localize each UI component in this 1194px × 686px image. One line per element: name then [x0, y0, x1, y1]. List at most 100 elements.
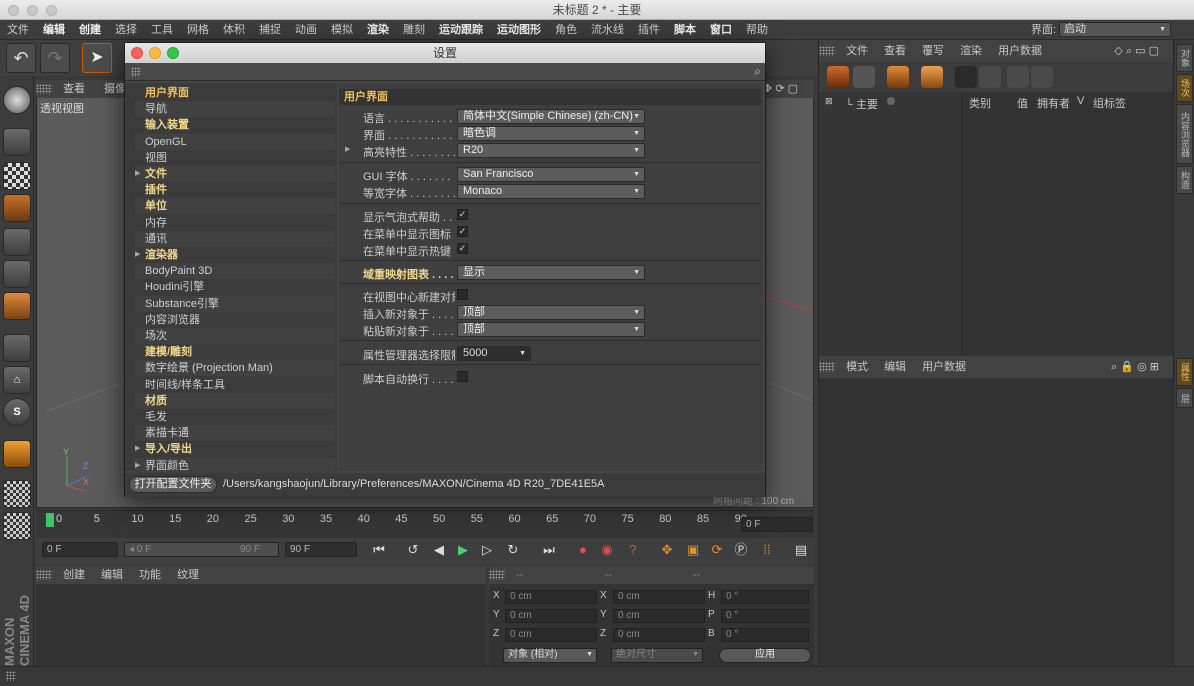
autokey-icon[interactable]: ◉ [596, 540, 618, 560]
settings-category[interactable]: 场次 [135, 328, 335, 344]
side-tab-layers[interactable]: 层 [1176, 388, 1193, 408]
grid-snap-icon[interactable] [3, 480, 31, 508]
material-tab-function[interactable]: 功能 [131, 566, 169, 584]
coord-field-av[interactable]: 0 cm [505, 609, 597, 623]
am-header-icons[interactable]: ⌕ 🔒 ◎ ⊞ [1103, 356, 1167, 378]
edges-mode-icon[interactable] [3, 260, 31, 288]
material-tab-texture[interactable]: 纹理 [169, 566, 207, 584]
attr-limit-input[interactable]: 5000 [457, 346, 531, 361]
coord-field-cv[interactable]: 0 ° [721, 609, 809, 623]
am-menu-mode[interactable]: 模式 [838, 356, 876, 378]
menu-item-0[interactable]: 文件 [0, 20, 36, 40]
language-select[interactable]: 简体中文(Simple Chinese) (zh-CN) [457, 109, 645, 124]
take-option2-icon[interactable] [1031, 66, 1053, 88]
settings-category[interactable]: 毛发 [135, 409, 335, 425]
expand-arrow-icon[interactable]: ▶ [135, 441, 140, 457]
menu-item-4[interactable]: 工具 [144, 20, 180, 40]
side-tab-content-browser[interactable]: 内容浏览器 [1176, 104, 1193, 164]
expand-arrow-icon[interactable]: ▶ [135, 166, 140, 182]
pla-key-icon[interactable]: ⁞⁞ [756, 540, 778, 560]
close-window-button[interactable] [8, 5, 19, 16]
next-key-icon[interactable]: ↻ [502, 540, 524, 560]
menu-item-12[interactable]: 运动跟踪 [432, 20, 490, 40]
menu-item-19[interactable]: 帮助 [739, 20, 775, 40]
settings-category[interactable]: ▶ 界面颜色 [135, 457, 335, 474]
prev-frame-icon[interactable]: ◀ [428, 540, 450, 560]
settings-category[interactable]: 单位 [135, 198, 335, 215]
expand-arrow-icon[interactable]: ▶ [135, 247, 140, 263]
settings-category[interactable]: Substance引擎 [135, 295, 335, 312]
insert-select[interactable]: 顶部 [457, 305, 645, 320]
coord-mode-select[interactable]: 对象 (相对) ▼ [503, 648, 597, 663]
menu-item-14[interactable]: 角色 [548, 20, 584, 40]
go-to-start-icon[interactable]: ⏮ [368, 540, 390, 560]
play-icon[interactable]: ▶ [452, 540, 474, 560]
viewport-menu-view[interactable]: 查看 [55, 80, 93, 98]
take-option-icon[interactable] [1007, 66, 1029, 88]
select-arrow-icon[interactable]: ➤ [82, 43, 112, 73]
om-header-icons[interactable]: ◇ ⌕ ▭ ▢ [1106, 40, 1167, 62]
search-icon[interactable]: ⌕ [754, 64, 761, 79]
dialog-minimize-button[interactable] [149, 47, 161, 59]
texture-mode-icon[interactable] [3, 162, 31, 190]
keyframe-help-icon[interactable]: ? [622, 540, 644, 560]
om-menu-file[interactable]: 文件 [838, 40, 876, 62]
filmstrip-icon[interactable]: ▤ [790, 540, 812, 560]
menu-item-9[interactable]: 模拟 [324, 20, 360, 40]
open-config-folder-button[interactable]: 打开配置文件夹 [129, 476, 217, 493]
am-menu-userdata[interactable]: 用户数据 [914, 356, 974, 378]
settings-category[interactable]: ▶ 文件 [135, 166, 335, 182]
coord-field-av[interactable]: 0 cm [505, 628, 597, 642]
am-menu-edit[interactable]: 编辑 [876, 356, 914, 378]
gui-font-select[interactable]: San Francisco [457, 167, 645, 182]
redo-icon[interactable]: ↷ [40, 43, 70, 73]
menu-item-2[interactable]: 创建 [72, 20, 108, 40]
expand-arrow-icon[interactable]: ▶ [135, 458, 140, 474]
go-to-end-icon[interactable]: ⏭ [538, 540, 560, 560]
next-frame-icon[interactable]: ▷ [476, 540, 498, 560]
scheme-select[interactable]: 暗色调 [457, 126, 645, 141]
coord-field-bv[interactable]: 0 cm [613, 628, 705, 642]
om-menu-view[interactable]: 查看 [876, 40, 914, 62]
coord-field-av[interactable]: 0 cm [505, 590, 597, 604]
menu-item-16[interactable]: 插件 [631, 20, 667, 40]
menu-icons-checkbox[interactable]: ✓ [457, 226, 468, 237]
globe-icon[interactable] [3, 86, 31, 114]
menu-item-1[interactable]: 编辑 [36, 20, 72, 40]
grid-lock-icon[interactable] [3, 512, 31, 540]
size-mode-select[interactable]: 绝对尺寸 ▼ [611, 648, 703, 663]
lock-take-icon[interactable] [979, 66, 1001, 88]
menu-item-5[interactable]: 网格 [180, 20, 216, 40]
workplane-icon[interactable] [3, 194, 31, 222]
om-menu-userdata[interactable]: 用户数据 [990, 40, 1050, 62]
clapper-icon[interactable] [955, 66, 977, 88]
settings-category[interactable]: 导航 [135, 101, 335, 118]
menu-item-18[interactable]: 窗口 [703, 20, 739, 40]
move-key-icon[interactable]: ✥ [656, 540, 678, 560]
current-frame-field[interactable]: 0 F [741, 517, 813, 532]
material-tab-create[interactable]: 创建 [55, 566, 93, 584]
range-slider[interactable]: ◂ 0 F 90 F [124, 542, 279, 557]
snap-s-icon[interactable]: S [3, 398, 31, 426]
points-mode-icon[interactable] [3, 228, 31, 256]
menu-hotkeys-checkbox[interactable]: ✓ [457, 243, 468, 254]
expand-arrow-icon[interactable]: ▶ [345, 145, 350, 153]
settings-category[interactable]: 用户界面 [135, 85, 335, 101]
color-map-select[interactable]: 显示 [457, 265, 645, 280]
menu-item-15[interactable]: 流水线 [584, 20, 631, 40]
settings-category[interactable]: Houdini引擎 [135, 279, 335, 295]
mouse-icon[interactable]: ⌂ [3, 366, 31, 394]
start-frame-field[interactable]: 0 F [42, 542, 118, 557]
clone-take-icon[interactable] [853, 66, 875, 88]
settings-category[interactable]: 数字绘景 (Projection Man) [135, 360, 335, 377]
coord-field-bv[interactable]: 0 cm [613, 609, 705, 623]
take-dot-icon[interactable] [887, 97, 895, 105]
settings-category[interactable]: ▶ 渲染器 [135, 247, 335, 263]
add-take-icon[interactable] [827, 66, 849, 88]
side-tab-structure[interactable]: 构造 [1176, 166, 1193, 194]
menu-item-11[interactable]: 雕刻 [396, 20, 432, 40]
script-wrap-checkbox[interactable] [457, 371, 468, 382]
settings-category[interactable]: 视图 [135, 150, 335, 166]
scale-key-icon[interactable]: ▣ [682, 540, 704, 560]
settings-category[interactable]: 插件 [135, 182, 335, 198]
